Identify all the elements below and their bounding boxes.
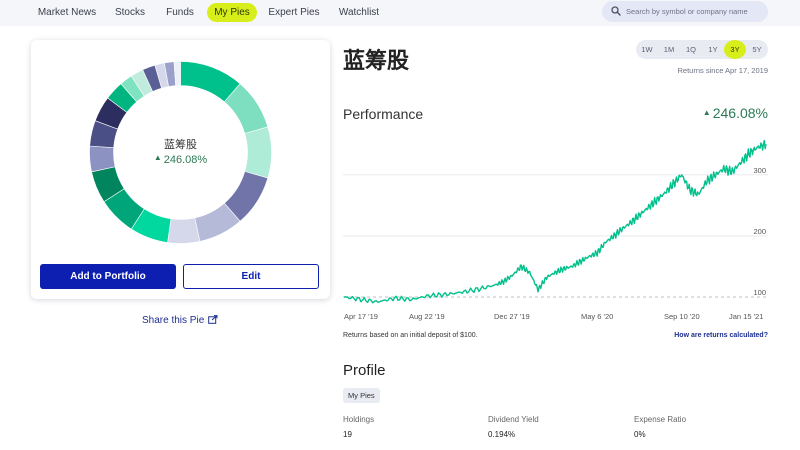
nav-watchlist[interactable]: Watchlist <box>335 3 383 22</box>
holdings-value: 19 <box>343 430 352 439</box>
pie-segment-6[interactable] <box>167 217 201 244</box>
pie-card: 蓝筹股 ▲ 246.08% Add to Portfolio Edit <box>31 40 330 299</box>
performance-chart[interactable]: 100 200 300 <box>343 140 768 308</box>
y-tick-label: 200 <box>753 227 766 236</box>
x-tick-label: May 6 '20 <box>581 312 614 321</box>
up-arrow-icon: ▲ <box>702 108 711 117</box>
dividend-yield-label: Dividend Yield <box>488 415 539 424</box>
holdings-label: Holdings <box>343 415 375 424</box>
x-tick-label: Aug 22 '19 <box>409 312 445 321</box>
performance-label: Performance <box>343 106 424 122</box>
range-3y[interactable]: 3Y <box>724 40 746 59</box>
performance-value-wrap: ▲ 246.08% <box>703 105 768 121</box>
share-icon <box>208 315 218 324</box>
dividend-yield-value: 0.194% <box>488 430 516 439</box>
x-tick-label: Jan 15 '21 <box>729 312 764 321</box>
deposit-note: Returns based on an initial deposit of $… <box>343 332 478 339</box>
performance-line <box>343 140 767 304</box>
nav-expert-pies[interactable]: Expert Pies <box>268 3 320 22</box>
how-returns-link[interactable]: How are returns calculated? <box>674 332 768 339</box>
expense-ratio-value: 0% <box>634 430 646 439</box>
share-label: Share this Pie <box>142 315 205 326</box>
y-tick-label: 100 <box>753 288 766 297</box>
pie-name: 蓝筹股 <box>164 139 197 151</box>
profile-badge: My Pies <box>343 388 380 403</box>
search-icon <box>611 6 621 16</box>
nav-stocks[interactable]: Stocks <box>112 3 148 22</box>
range-5y[interactable]: 5Y <box>746 40 768 59</box>
expense-ratio-label: Expense Ratio <box>634 415 687 424</box>
range-1q[interactable]: 1Q <box>680 40 702 59</box>
range-1y[interactable]: 1Y <box>702 40 724 59</box>
page-title: 蓝筹股 <box>343 48 410 73</box>
x-tick-label: Sep 10 '20 <box>664 312 700 321</box>
returns-since: Returns since Apr 17, 2019 <box>677 66 768 75</box>
pie-return: ▲ 246.08% <box>31 153 330 166</box>
nav-funds[interactable]: Funds <box>163 3 197 22</box>
time-range-selector: 1W 1M 1Q 1Y 3Y 5Y <box>636 40 768 59</box>
search-box[interactable] <box>602 1 768 22</box>
nav-my-pies[interactable]: My Pies <box>207 3 257 22</box>
x-tick-label: Apr 17 '19 <box>344 312 378 321</box>
nav-market-news[interactable]: Market News <box>36 3 98 22</box>
x-tick-label: Dec 27 '19 <box>494 312 530 321</box>
share-pie-link[interactable]: Share this Pie <box>142 315 218 326</box>
top-nav: Market News Stocks Funds My Pies Expert … <box>0 0 800 26</box>
range-1m[interactable]: 1M <box>658 40 680 59</box>
y-tick-label: 300 <box>753 166 766 175</box>
up-arrow-icon: ▲ <box>153 153 162 162</box>
range-1w[interactable]: 1W <box>636 40 658 59</box>
performance-value: 246.08% <box>712 105 768 121</box>
pie-return-value: 246.08% <box>163 154 208 166</box>
edit-button[interactable]: Edit <box>183 264 319 289</box>
search-input[interactable] <box>626 4 762 19</box>
add-to-portfolio-button[interactable]: Add to Portfolio <box>40 264 176 289</box>
profile-heading: Profile <box>343 362 386 379</box>
